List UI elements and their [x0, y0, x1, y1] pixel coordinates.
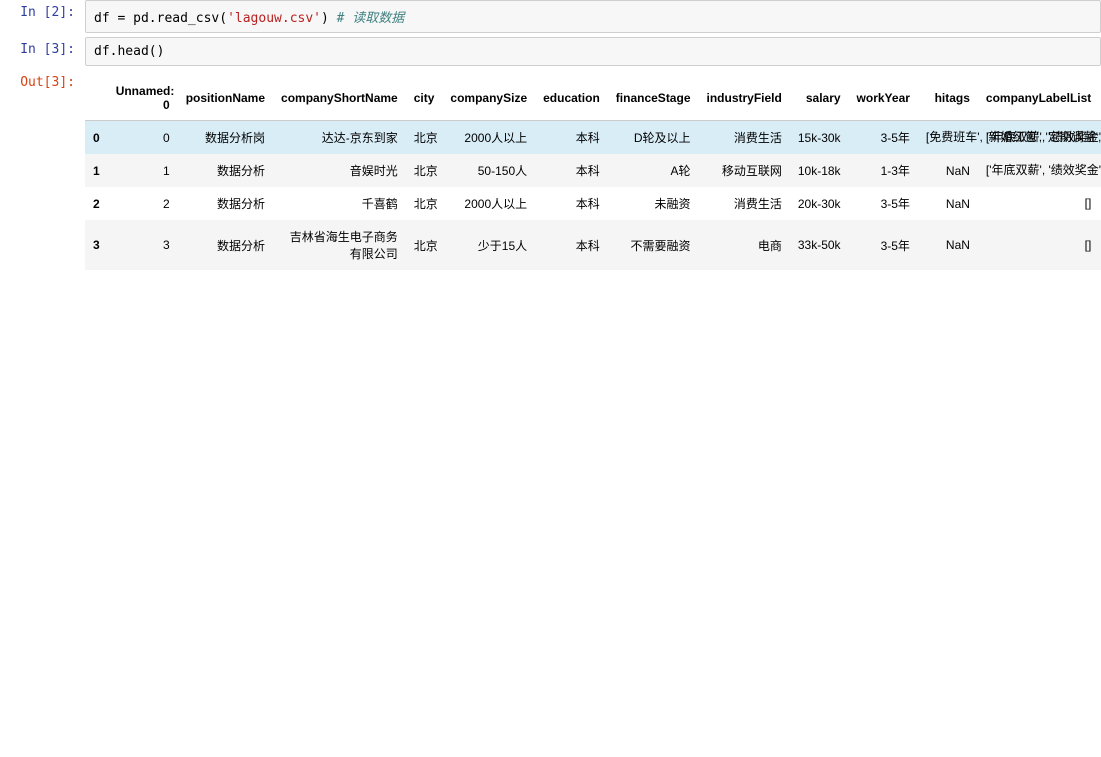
- code-text: df.head(): [94, 44, 164, 59]
- code-input-3[interactable]: df.head(): [85, 37, 1101, 66]
- cell-financeStage: A轮: [608, 154, 699, 187]
- code-cell-3: In [3]: df.head(): [0, 37, 1101, 66]
- code-op: =: [117, 11, 133, 26]
- col-companySize: companySize: [442, 76, 535, 121]
- cell-financeStage: 未融资: [608, 187, 699, 220]
- cell-financeStage: D轮及以上: [608, 121, 699, 155]
- cell-unnamed: 0: [108, 121, 178, 155]
- cell-companyLabelList: ['年底双薪', '绩效奖金', '带薪年假', '免费健身']: [978, 154, 1099, 187]
- cell-positionName: 数据分析岗: [178, 121, 273, 155]
- cell-industryField: 电商: [699, 220, 790, 270]
- code-paren: (: [219, 11, 227, 26]
- cell-workYear: 3-5年: [849, 121, 918, 155]
- cell-industryField: 移动互联网: [699, 154, 790, 187]
- cell-companySize: 2000人以上: [442, 121, 535, 155]
- cell-salary: 15k-30k: [790, 121, 849, 155]
- dataframe-table: Unnamed: 0 positionName companyShortName…: [85, 76, 1101, 270]
- code-var: df: [94, 11, 117, 26]
- cell-companyShortName: 达达-京东到家: [273, 121, 406, 155]
- cell-financeStage: 不需要融资: [608, 220, 699, 270]
- code-func: read_csv: [157, 11, 220, 26]
- cell-city: 北京: [406, 220, 443, 270]
- cell-hitags: [免费班车', '新婚红包', '定期调薪', '电脑补贴', '生子红包', …: [918, 121, 978, 155]
- code-comment: # 读取数据: [337, 11, 405, 26]
- cell-hitags: NaN: [918, 220, 978, 270]
- dataframe-output: Unnamed: 0 positionName companyShortName…: [85, 70, 1101, 270]
- col-hitags: hitags: [918, 76, 978, 121]
- cell-salary: 20k-30k: [790, 187, 849, 220]
- cell-positionName: 数据分析: [178, 187, 273, 220]
- table-row[interactable]: 3 3 数据分析 吉林省海生电子商务有限公司 北京 少于15人 本科 不需要融资…: [85, 220, 1101, 270]
- table-row[interactable]: 2 2 数据分析 千喜鹤 北京 2000人以上 本科 未融资 消费生活 20k-…: [85, 187, 1101, 220]
- cell-city: 北京: [406, 121, 443, 155]
- row-index: 3: [85, 220, 108, 270]
- cell-education: 本科: [535, 220, 608, 270]
- code-dot: .: [149, 11, 157, 26]
- cell-industryField: 消费生活: [699, 187, 790, 220]
- cell-companyShortName: 吉林省海生电子商务有限公司: [273, 220, 406, 270]
- row-index: 0: [85, 121, 108, 155]
- cell-education: 本科: [535, 187, 608, 220]
- table-row[interactable]: 1 1 数据分析 音娱时光 北京 50-150人 本科 A轮 移动互联网 10k…: [85, 154, 1101, 187]
- index-header: [85, 76, 108, 121]
- table-row[interactable]: 0 0 数据分析岗 达达-京东到家 北京 2000人以上 本科 D轮及以上 消费…: [85, 121, 1101, 155]
- col-companyShortName: companyShortName: [273, 76, 406, 121]
- cell-unnamed: 1: [108, 154, 178, 187]
- cell-hitags: NaN: [918, 154, 978, 187]
- cell-companySize: 少于15人: [442, 220, 535, 270]
- code-module: pd: [133, 11, 149, 26]
- cell-companyLabelList: []: [978, 220, 1099, 270]
- col-companyLabelList: companyLabelList: [978, 76, 1099, 121]
- header-row: Unnamed: 0 positionName companyShortName…: [85, 76, 1101, 121]
- col-city: city: [406, 76, 443, 121]
- col-positionName: positionName: [178, 76, 273, 121]
- cell-education: 本科: [535, 154, 608, 187]
- in-prompt-2: In [2]:: [0, 0, 85, 33]
- cell-city: 北京: [406, 154, 443, 187]
- col-education: education: [535, 76, 608, 121]
- cell-positionName: 数据分析: [178, 220, 273, 270]
- cell-companyShortName: 千喜鹤: [273, 187, 406, 220]
- cell-workYear: 3-5年: [849, 220, 918, 270]
- output-cell-3: Out[3]: Unnamed: 0 positionName companyS…: [0, 70, 1101, 270]
- cell-industryField: 消费生活: [699, 121, 790, 155]
- code-input-2[interactable]: df = pd.read_csv('lagouw.csv') # 读取数据: [85, 0, 1101, 33]
- row-index: 2: [85, 187, 108, 220]
- col-workYear: workYear: [849, 76, 918, 121]
- code-cell-2: In [2]: df = pd.read_csv('lagouw.csv') #…: [0, 0, 1101, 33]
- cell-companySize: 50-150人: [442, 154, 535, 187]
- cell-companyShortName: 音娱时光: [273, 154, 406, 187]
- out-prompt-3: Out[3]:: [0, 70, 85, 270]
- cell-companySize: 2000人以上: [442, 187, 535, 220]
- cell-education: 本科: [535, 121, 608, 155]
- cell-positionName: 数据分析: [178, 154, 273, 187]
- col-unnamed: Unnamed: 0: [108, 76, 178, 121]
- col-industryField: industryField: [699, 76, 790, 121]
- cell-companyLabelList: []: [978, 187, 1099, 220]
- col-financeStage: financeStage: [608, 76, 699, 121]
- cell-workYear: 3-5年: [849, 187, 918, 220]
- cell-salary: 10k-18k: [790, 154, 849, 187]
- cell-workYear: 1-3年: [849, 154, 918, 187]
- cell-city: 北京: [406, 187, 443, 220]
- code-paren-close: ): [321, 11, 337, 26]
- row-index: 1: [85, 154, 108, 187]
- col-salary: salary: [790, 76, 849, 121]
- cell-companyLabelList: ['年底双薪', '绩效奖金', '岗位晋升', '定期体检']: [978, 121, 1099, 155]
- cell-hitags: NaN: [918, 187, 978, 220]
- cell-unnamed: 3: [108, 220, 178, 270]
- in-prompt-3: In [3]:: [0, 37, 85, 66]
- cell-unnamed: 2: [108, 187, 178, 220]
- code-string: 'lagouw.csv': [227, 11, 321, 26]
- cell-salary: 33k-50k: [790, 220, 849, 270]
